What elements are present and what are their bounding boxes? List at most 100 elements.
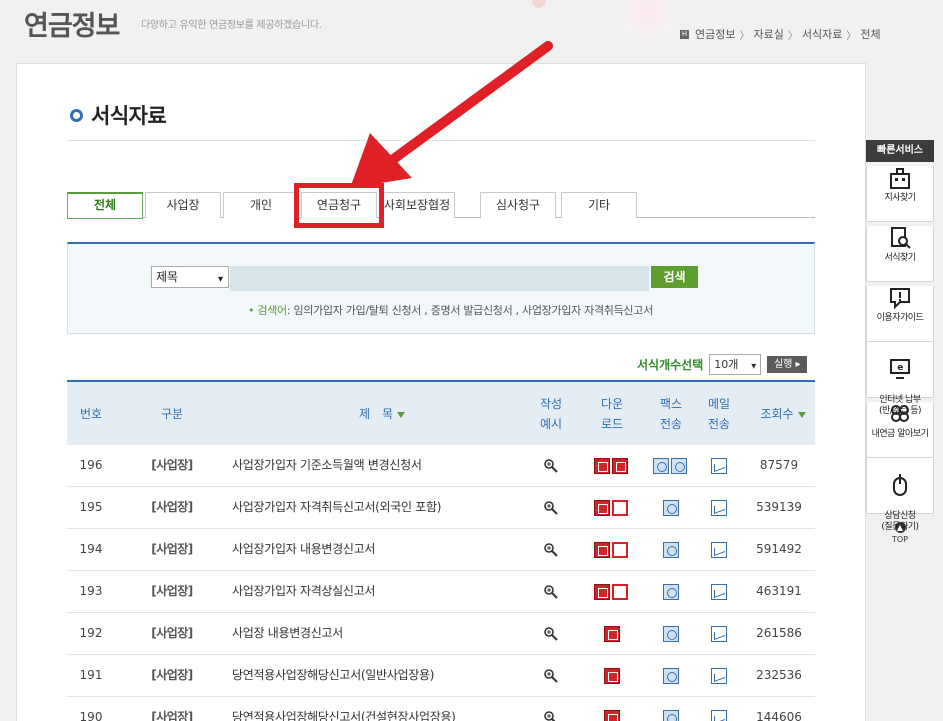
pdf-download-icon[interactable]	[604, 626, 620, 642]
breadcrumb-item[interactable]: 연금정보	[695, 26, 735, 42]
quick-item-consultation[interactable]: 상담신청 (질문하기)	[866, 458, 934, 532]
page-title: 서식자료	[70, 100, 167, 130]
row-title-link[interactable]: 사업장가입자 자격상실신고서	[232, 571, 532, 612]
header-mail-line1: 메일	[707, 397, 731, 411]
pdf-download-icon[interactable]	[604, 668, 620, 684]
quick-item-form-finder[interactable]: 서식찾기	[866, 226, 934, 282]
row-category: [사업장]	[151, 668, 193, 682]
tab-workplace[interactable]: 사업장	[145, 192, 221, 218]
table-header: 번호 구분 제 목 작성 예시 다운 로드 팩스 전송 메일 전송 조회수	[67, 380, 815, 445]
breadcrumb-item[interactable]: 서식자료	[802, 26, 842, 42]
fax-send-icon[interactable]	[653, 458, 669, 474]
count-label: 서식개수선택	[637, 358, 704, 372]
search-field-select[interactable]: 제목 ▾	[151, 266, 229, 288]
run-button[interactable]: 실행 ▸	[767, 356, 808, 373]
count-select[interactable]: 10개 ▾	[709, 354, 762, 375]
row-title-link[interactable]: 당연적용사업장해당신고서(일반사업장용)	[232, 655, 532, 696]
quick-service-menu: 빠른서비스 지사찾기 서식찾기 이용자가이드 e 인터넷 납부 (반/추납 등)…	[866, 140, 934, 544]
mail-send-icon[interactable]	[711, 542, 727, 558]
header-views[interactable]: 조회수	[751, 404, 815, 424]
table-row: 196 [사업장] 사업장가입자 기준소득월액 변경신청서 87579	[67, 445, 815, 487]
search-hint: • 검색어: 임의가입자 가입/탈퇴 신청서 , 증명서 발급신청서 , 사업장…	[248, 302, 653, 318]
search-hint-text: : 임의가입자 가입/탈퇴 신청서 , 증명서 발급신청서 , 사업장가입자 자…	[286, 304, 653, 317]
row-title-link[interactable]: 사업장 내용변경신고서	[232, 613, 532, 654]
example-view-icon[interactable]	[543, 626, 559, 642]
fax-send-icon[interactable]	[663, 500, 679, 516]
example-view-icon[interactable]	[543, 710, 559, 721]
mail-send-icon[interactable]	[711, 458, 727, 474]
hwp-download-icon[interactable]	[612, 500, 628, 516]
fax-send-icon[interactable]	[663, 626, 679, 642]
quick-item-internet-payment[interactable]: e 인터넷 납부 (반/추납 등)	[866, 342, 934, 416]
fax-send-icon[interactable]	[663, 542, 679, 558]
header-fax-line2: 전송	[659, 417, 683, 431]
example-view-icon[interactable]	[543, 668, 559, 684]
row-number: 191	[79, 668, 103, 682]
hwp-download-icon[interactable]	[612, 584, 628, 600]
pdf-download-icon[interactable]	[594, 542, 610, 558]
chevron-down-icon: ▾	[751, 361, 757, 372]
row-title-link[interactable]: 사업장가입자 내용변경신고서	[232, 529, 532, 570]
mail-send-icon[interactable]	[711, 584, 727, 600]
home-icon[interactable]: H	[680, 29, 689, 39]
table-body: 196 [사업장] 사업장가입자 기준소득월액 변경신청서 87579 195 [사업장]…	[67, 445, 815, 721]
table-row: 191 [사업장] 당연적용사업장해당신고서(일반사업장용) 232536	[67, 655, 815, 697]
row-title-link[interactable]: 사업장가입자 기준소득월액 변경신청서	[232, 445, 532, 486]
count-select-value: 10개	[714, 358, 739, 371]
sort-down-icon[interactable]	[397, 411, 406, 418]
search-input[interactable]	[230, 266, 649, 291]
mail-send-icon[interactable]	[711, 710, 727, 721]
fax-send-icon[interactable]	[671, 458, 687, 474]
header-title[interactable]: 제 목	[337, 404, 427, 424]
row-number: 190	[79, 710, 103, 721]
example-view-icon[interactable]	[543, 500, 559, 516]
mail-send-icon[interactable]	[711, 626, 727, 642]
annotation-arrow	[350, 41, 553, 188]
example-view-icon[interactable]	[543, 542, 559, 558]
sort-down-icon[interactable]	[797, 411, 806, 418]
row-views: 261586	[756, 626, 802, 640]
circle-bullet-icon	[70, 108, 83, 122]
fax-send-icon[interactable]	[663, 710, 679, 721]
search-panel: 제목 ▾ 검색 • 검색어: 임의가입자 가입/탈퇴 신청서 , 증명서 발급신…	[67, 242, 815, 334]
header-title-label: 제 목	[358, 407, 394, 421]
row-category: [사업장]	[151, 626, 193, 640]
row-views: 87579	[759, 458, 799, 472]
pdf-download-icon[interactable]	[594, 500, 610, 516]
example-view-icon[interactable]	[543, 584, 559, 600]
chevron-right-icon: 〉	[787, 30, 798, 42]
scroll-top-button[interactable]: ▲ TOP	[866, 522, 934, 544]
building-icon	[890, 168, 910, 189]
tab-other[interactable]: 기타	[561, 192, 637, 218]
mail-send-icon[interactable]	[711, 668, 727, 684]
site-subtitle: 다양하고 유익한 연금정보를 제공하겠습니다.	[141, 20, 322, 31]
row-views: 539139	[756, 500, 802, 514]
row-category: [사업장]	[151, 584, 193, 598]
pdf-download-icon[interactable]	[604, 710, 620, 721]
pdf-download-icon[interactable]	[594, 458, 610, 474]
row-title-link[interactable]: 당연적용사업장해당신고서(건설현장사업장용)	[232, 697, 532, 721]
quick-item-branch-finder[interactable]: 지사찾기	[866, 166, 934, 222]
run-button-label: 실행	[773, 359, 793, 370]
fax-send-icon[interactable]	[663, 584, 679, 600]
table-row: 190 [사업장] 당연적용사업장해당신고서(건설현장사업장용) 144606	[67, 697, 815, 721]
tab-all[interactable]: 전체	[67, 192, 143, 219]
header-download: 다운 로드	[594, 394, 630, 434]
header-fax: 팩스 전송	[653, 394, 689, 434]
pdf-download-icon[interactable]	[612, 458, 628, 474]
row-number: 193	[79, 584, 103, 598]
tab-individual[interactable]: 개인	[223, 192, 299, 218]
quick-item-label: 내연금 알아보기	[871, 429, 929, 439]
example-view-icon[interactable]	[543, 458, 559, 474]
fax-send-icon[interactable]	[663, 668, 679, 684]
breadcrumb-item[interactable]: 자료실	[753, 26, 783, 42]
mail-send-icon[interactable]	[711, 500, 727, 516]
search-button[interactable]: 검색	[651, 266, 698, 288]
row-title-link[interactable]: 사업장가입자 자격취득신고서(외국인 포함)	[232, 487, 532, 528]
pdf-download-icon[interactable]	[594, 584, 610, 600]
quick-item-label: 이용자가이드	[876, 313, 924, 323]
hwp-download-icon[interactable]	[612, 542, 628, 558]
quick-item-my-pension[interactable]: 내연금 알아보기	[866, 402, 934, 458]
row-category: [사업장]	[151, 710, 193, 721]
quick-item-user-guide[interactable]: 이용자가이드	[866, 286, 934, 342]
